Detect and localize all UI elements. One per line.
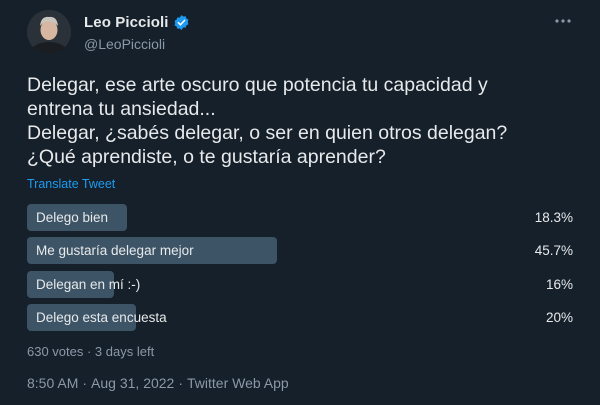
poll-option-label: Delegan en mí :-) (36, 276, 141, 292)
poll-option: Me gustaría delegar mejor 45.7% (27, 237, 573, 265)
poll-option: Delegan en mí :-) 16% (27, 270, 573, 298)
poll-option-percent: 16% (545, 276, 573, 292)
avatar-photo (27, 10, 71, 54)
poll: Delego bien 18.3% Me gustaría delegar me… (27, 204, 573, 337)
poll-option: Delego esta encuesta 20% (27, 303, 573, 331)
tweet-timestamp-row: 8:50 AM · Aug 31, 2022 · Twitter Web App (27, 375, 289, 391)
poll-option-label: Delego esta encuesta (36, 309, 167, 325)
tweet-source-app[interactable]: Twitter Web App (187, 375, 289, 391)
more-options-icon[interactable] (552, 14, 574, 28)
author-display-name[interactable]: Leo Piccioli (84, 14, 169, 31)
poll-option-percent: 45.7% (534, 243, 573, 259)
tweet-date[interactable]: Aug 31, 2022 (91, 375, 174, 391)
poll-option-percent: 20% (545, 309, 573, 325)
poll-option-label: Delego bien (36, 210, 109, 225)
avatar[interactable] (27, 10, 71, 54)
poll-meta: 630 votes · 3 days left (27, 344, 155, 359)
separator-dot: · (178, 375, 184, 391)
poll-option-percent: 18.3% (534, 210, 573, 225)
poll-option: Delego bien 18.3% (27, 204, 573, 231)
separator-dot: · (82, 375, 88, 391)
verified-badge-icon (173, 14, 190, 31)
tweet-card: Leo Piccioli @LeoPiccioli Delegar, ese a… (0, 0, 600, 405)
tweet-text: Delegar, ese arte oscuro que potencia tu… (27, 74, 508, 168)
author-handle[interactable]: @LeoPiccioli (84, 36, 165, 52)
author-name-row[interactable]: Leo Piccioli (84, 14, 190, 31)
translate-tweet-link[interactable]: Translate Tweet (27, 177, 115, 191)
poll-option-label: Me gustaría delegar mejor (36, 243, 194, 259)
tweet-time[interactable]: 8:50 AM (27, 375, 78, 391)
